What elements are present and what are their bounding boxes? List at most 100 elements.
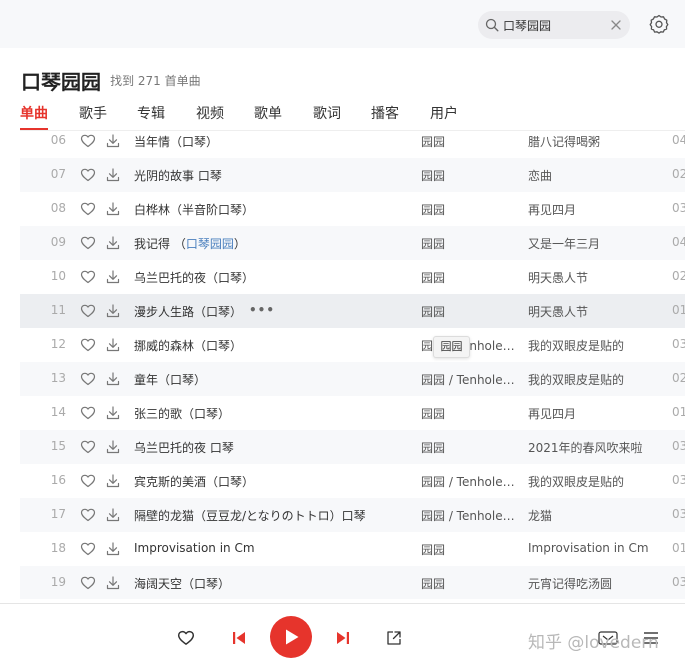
song-title[interactable]: 隔壁的龙猫（豆豆龙/となりのトトロ）口琴 — [134, 507, 414, 524]
table-row[interactable]: 19 海阔天空（口琴） 园园 元宵记得吃汤圆 03 — [20, 566, 685, 599]
download-icon[interactable] — [105, 371, 121, 387]
next-track-icon[interactable] — [334, 629, 352, 647]
song-title[interactable]: 白桦林（半音阶口琴） — [134, 201, 414, 218]
song-album[interactable]: 我的双眼皮是贴的 — [528, 337, 658, 354]
song-title[interactable]: 童年（口琴） — [134, 371, 414, 388]
heart-icon[interactable] — [80, 507, 96, 523]
heart-icon[interactable] — [80, 303, 96, 319]
song-album[interactable]: 明天愚人节 — [528, 303, 658, 320]
song-album[interactable]: 元宵记得吃汤圆 — [528, 575, 658, 592]
song-artist[interactable]: 园园 / Tenholes... — [421, 371, 519, 388]
song-duration: 03 — [672, 473, 685, 487]
share-icon[interactable] — [385, 629, 403, 647]
song-artist[interactable]: 园园 — [421, 167, 519, 184]
song-album[interactable]: 又是一年三月 — [528, 235, 658, 252]
download-icon[interactable] — [105, 439, 121, 455]
song-artist[interactable]: 园园 / Tenholes... — [421, 507, 519, 524]
song-album[interactable]: 龙猫 — [528, 507, 658, 524]
song-artist[interactable]: 园园 — [421, 133, 519, 150]
song-artist[interactable]: 园园 — [421, 405, 519, 422]
song-title[interactable]: 乌兰巴托的夜 口琴 — [134, 439, 414, 456]
table-row[interactable]: 15 乌兰巴托的夜 口琴 园园 2021年的春风吹来啦 03 — [20, 430, 685, 464]
song-title[interactable]: 光阴的故事 口琴 — [134, 167, 414, 184]
song-album[interactable]: 我的双眼皮是贴的 — [528, 371, 658, 388]
song-artist[interactable]: 园园 — [421, 235, 519, 252]
play-button[interactable] — [270, 616, 312, 658]
song-title[interactable]: 宾克斯的美酒（口琴） — [134, 473, 414, 490]
song-artist[interactable]: 园园 / Tenholes... — [421, 473, 519, 490]
heart-icon[interactable] — [80, 235, 96, 251]
download-icon[interactable] — [105, 201, 121, 217]
heart-icon[interactable] — [80, 473, 96, 489]
table-row[interactable]: 18 Improvisation in Cm 园园 Improvisation … — [20, 532, 685, 566]
download-icon[interactable] — [105, 337, 121, 353]
song-album[interactable]: 再见四月 — [528, 405, 658, 422]
download-icon[interactable] — [105, 303, 121, 319]
song-album[interactable]: 我的双眼皮是贴的 — [528, 473, 658, 490]
download-icon[interactable] — [105, 405, 121, 421]
table-row[interactable]: 08 白桦林（半音阶口琴） 园园 再见四月 03 — [20, 192, 685, 226]
song-artist[interactable]: 园园 — [421, 303, 519, 320]
table-row[interactable]: 17 隔壁的龙猫（豆豆龙/となりのトトロ）口琴 园园 / Tenholes...… — [20, 498, 685, 532]
song-album[interactable]: 明天愚人节 — [528, 269, 658, 286]
song-title[interactable]: 挪威的森林（口琴） — [134, 337, 414, 354]
song-artist[interactable]: 园园 — [421, 269, 519, 286]
song-title[interactable]: 海阔天空（口琴） — [134, 575, 414, 592]
song-title[interactable]: 张三的歌（口琴） — [134, 405, 414, 422]
table-row[interactable]: 13 童年（口琴） 园园 / Tenholes... 我的双眼皮是贴的 02 — [20, 362, 685, 396]
page-title: 口琴园园 — [21, 70, 101, 94]
search-box[interactable] — [478, 11, 630, 39]
song-title[interactable]: 乌兰巴托的夜（口琴） — [134, 269, 414, 286]
download-icon[interactable] — [105, 269, 121, 285]
song-artist[interactable]: 园园 — [421, 439, 519, 456]
song-duration: 01 — [672, 405, 685, 419]
previous-track-icon[interactable] — [230, 629, 248, 647]
song-title[interactable]: Improvisation in Cm — [134, 541, 414, 555]
table-row[interactable]: 10 乌兰巴托的夜（口琴） 园园 明天愚人节 02 — [20, 260, 685, 294]
download-icon[interactable] — [105, 473, 121, 489]
gear-icon[interactable] — [649, 14, 669, 34]
song-album[interactable]: 腊八记得喝粥 — [528, 133, 658, 150]
table-row[interactable]: 14 张三的歌（口琴） 园园 再见四月 01 — [20, 396, 685, 430]
song-album[interactable]: 2021年的春风吹来啦 — [528, 439, 658, 456]
download-icon[interactable] — [105, 235, 121, 251]
song-artist[interactable]: 园园 — [421, 541, 519, 558]
track-number: 13 — [50, 371, 66, 385]
song-title[interactable]: 我记得 （口琴园园） — [134, 235, 414, 252]
song-duration: 02 — [672, 269, 685, 283]
table-row[interactable]: 07 光阴的故事 口琴 园园 恋曲 02 — [20, 158, 685, 192]
top-bar — [0, 0, 685, 48]
heart-icon[interactable] — [80, 337, 96, 353]
song-album[interactable]: 恋曲 — [528, 167, 658, 184]
heart-icon[interactable] — [80, 405, 96, 421]
table-row[interactable]: 09 我记得 （口琴园园） 园园 又是一年三月 04 — [20, 226, 685, 260]
download-icon[interactable] — [105, 575, 121, 591]
download-icon[interactable] — [105, 167, 121, 183]
table-row[interactable]: 12 挪威的森林（口琴） 园园 / Tenholes... 我的双眼皮是贴的 0… — [20, 328, 685, 362]
song-duration: 03 — [672, 439, 685, 453]
song-list: 06 当年情（口琴） 园园 腊八记得喝粥 04 07 光阴的故事 口琴 园园 恋… — [20, 124, 685, 599]
heart-icon[interactable] — [80, 439, 96, 455]
download-icon[interactable] — [105, 133, 121, 149]
player-bar: 知乎 @lovedern — [0, 603, 685, 670]
download-icon[interactable] — [105, 541, 121, 557]
heart-icon[interactable] — [80, 167, 96, 183]
heart-icon[interactable] — [80, 371, 96, 387]
song-album[interactable]: 再见四月 — [528, 201, 658, 218]
table-row[interactable]: 11 漫步人生路（口琴） ••• 园园 明天愚人节 01 — [20, 294, 685, 328]
song-artist[interactable]: 园园 — [421, 575, 519, 592]
song-title[interactable]: 当年情（口琴） — [134, 133, 414, 150]
heart-icon[interactable] — [80, 575, 96, 591]
song-artist[interactable]: 园园 — [421, 201, 519, 218]
heart-icon[interactable] — [80, 541, 96, 557]
like-heart-icon[interactable] — [177, 629, 195, 647]
heart-icon[interactable] — [80, 269, 96, 285]
clear-search-icon[interactable] — [609, 18, 623, 32]
heart-icon[interactable] — [80, 201, 96, 217]
download-icon[interactable] — [105, 507, 121, 523]
heart-icon[interactable] — [80, 133, 96, 149]
table-row[interactable]: 16 宾克斯的美酒（口琴） 园园 / Tenholes... 我的双眼皮是贴的 … — [20, 464, 685, 498]
search-input[interactable] — [503, 15, 603, 35]
more-options-icon[interactable]: ••• — [249, 303, 275, 317]
song-album[interactable]: Improvisation in Cm — [528, 541, 658, 555]
